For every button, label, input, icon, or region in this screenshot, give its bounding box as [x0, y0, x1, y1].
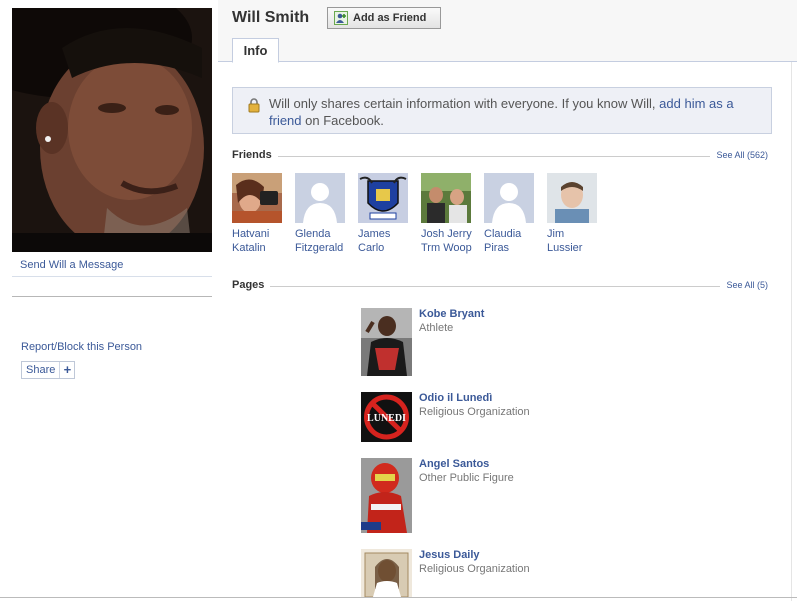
see-all-friends-link[interactable]: See All (562): [710, 150, 768, 160]
divider: [12, 296, 212, 297]
send-message-link[interactable]: Send Will a Message: [20, 259, 123, 271]
page-photo: [361, 458, 412, 533]
friend-name: Josh Jerry Trm Woop: [421, 228, 472, 254]
report-block-link[interactable]: Report/Block this Person: [21, 341, 142, 353]
lock-icon: [248, 98, 260, 113]
add-friend-button[interactable]: Add as Friend: [327, 7, 441, 29]
friend-photo: [547, 173, 597, 223]
page-item[interactable]: LUNEDI Odio il Lunedì Religious Organiza…: [361, 392, 661, 442]
no-monday-icon: LUNEDI: [361, 392, 412, 442]
page-category: Athlete: [419, 322, 454, 334]
friend-name: Hatvani Katalin: [232, 228, 270, 254]
section-rule: [232, 286, 768, 287]
friends-title: Friends: [232, 149, 278, 161]
privacy-notice: Will only shares certain information wit…: [232, 87, 772, 134]
friends-section-header: Friends See All (562): [232, 149, 768, 163]
plus-icon: +: [63, 362, 72, 377]
profile-picture[interactable]: [12, 8, 212, 252]
divider: [12, 276, 212, 277]
page-name[interactable]: Jesus Daily: [419, 549, 480, 561]
page-photo: [361, 549, 412, 597]
friend-photo: [421, 173, 471, 223]
friend-name: Claudia Piras: [484, 228, 522, 254]
default-avatar-icon: [484, 173, 534, 223]
page-item[interactable]: Angel Santos Other Public Figure: [361, 458, 661, 533]
section-rule: [232, 156, 768, 157]
page-item[interactable]: Kobe Bryant Athlete: [361, 308, 661, 376]
friend-name: Glenda Fitzgerald: [295, 228, 344, 254]
page-category: Other Public Figure: [419, 472, 514, 484]
divider: [791, 62, 792, 601]
friend-name: James Carlo: [358, 228, 391, 254]
friend-item[interactable]: Josh Jerry Trm Woop: [421, 173, 481, 255]
page-photo: [361, 308, 412, 376]
see-all-pages-link[interactable]: See All (5): [720, 280, 768, 290]
page-name[interactable]: Angel Santos: [419, 458, 489, 470]
notice-text-end: on Facebook.: [301, 113, 384, 128]
friend-item[interactable]: Jim Lussier: [547, 173, 607, 255]
pages-section-header: Pages See All (5): [232, 279, 768, 293]
friend-item[interactable]: Hatvani Katalin: [232, 173, 292, 255]
pages-title: Pages: [232, 279, 271, 291]
page-name[interactable]: Odio il Lunedì: [419, 392, 492, 404]
friend-photo: [232, 173, 282, 223]
share-label: Share: [22, 362, 61, 378]
add-friend-icon: [334, 11, 348, 25]
friend-item[interactable]: James Carlo: [358, 173, 418, 255]
page-item[interactable]: Jesus Daily Religious Organization: [361, 549, 661, 597]
page-name[interactable]: Kobe Bryant: [419, 308, 484, 320]
page-category: Religious Organization: [419, 406, 530, 418]
tab-info[interactable]: Info: [232, 38, 279, 63]
friend-item[interactable]: Glenda Fitzgerald: [295, 173, 355, 255]
friend-name: Jim Lussier: [547, 228, 583, 254]
friend-item[interactable]: Claudia Piras: [484, 173, 544, 255]
notice-text: Will only shares certain information wit…: [269, 96, 660, 111]
page-badge-text: LUNEDI: [367, 413, 406, 424]
divider: [0, 597, 797, 598]
default-avatar-icon: [295, 173, 345, 223]
friend-photo: [358, 173, 408, 223]
share-button[interactable]: Share +: [21, 361, 76, 379]
add-friend-label: Add as Friend: [353, 12, 427, 24]
page-category: Religious Organization: [419, 563, 530, 575]
profile-name: Will Smith: [232, 9, 310, 26]
